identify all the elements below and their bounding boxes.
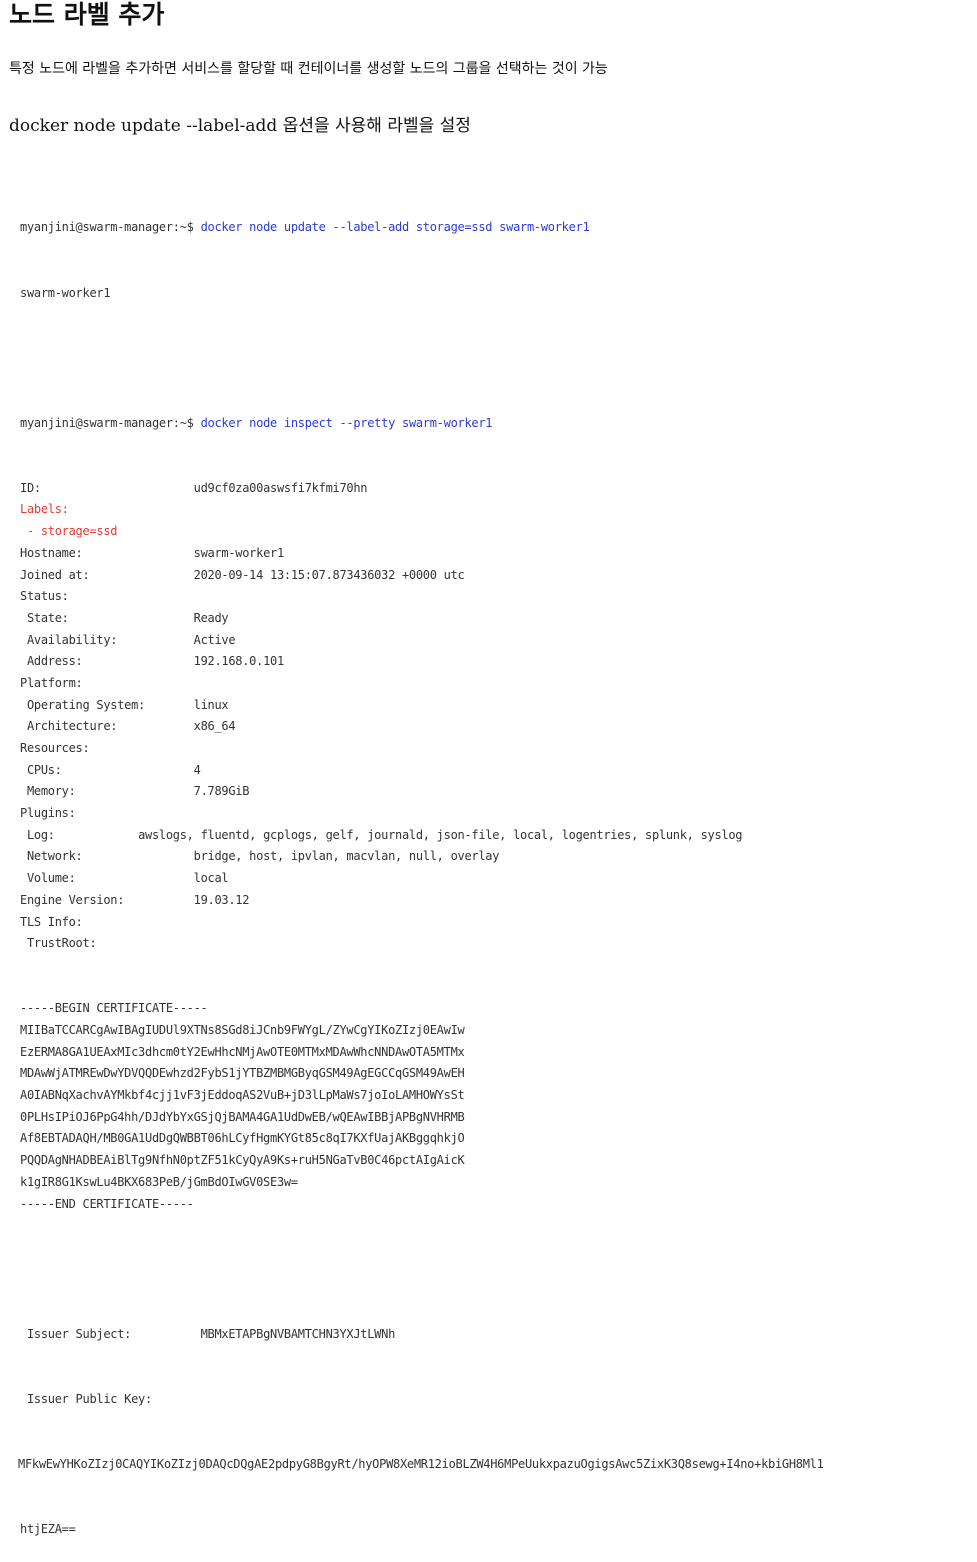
- command-line: myanjini@swarm-manager:~$ docker node in…: [20, 413, 970, 435]
- inspect-output: ID: ud9cf0za00aswsfi7kfmi70hn Labels: - s…: [20, 478, 970, 955]
- output-line: - storage=ssd: [20, 521, 970, 543]
- certificate-line: -----BEGIN CERTIFICATE-----: [20, 1001, 208, 1016]
- issuer-key-value: MFkwEwYHKoZIzj0CAQYIKoZIzj0DAQcDQgAE2pdp…: [18, 1456, 824, 1471]
- output-label: Plugins:: [20, 806, 76, 821]
- output-line: Operating System: linux: [20, 695, 970, 717]
- output-value: 2020-09-14 13:15:07.873436032 +0000 utc: [193, 567, 465, 582]
- output-label: Availability:: [20, 632, 194, 647]
- output-line: ID: ud9cf0za00aswsfi7kfmi70hn: [20, 478, 970, 500]
- intro-paragraph: 특정 노드에 라벨을 추가하면 서비스를 할당할 때 컨테이너를 생성할 노드의…: [9, 61, 608, 77]
- output-line: Plugins:: [20, 803, 970, 825]
- output-line: Resources:: [20, 738, 970, 760]
- certificate-line: k1gIR8G1KswLu4BKX683PeB/jGmBdOIwGV0SE3w=: [20, 1174, 298, 1189]
- output-label: Labels:: [20, 502, 69, 517]
- output-value: local: [193, 871, 229, 886]
- command-line: myanjini@swarm-manager:~$ docker node up…: [20, 217, 970, 239]
- output-value: swarm-worker1: [193, 545, 285, 560]
- output-line: Status:: [20, 586, 970, 608]
- output-line: Architecture: x86_64: [20, 716, 970, 738]
- output-label: Resources:: [20, 741, 90, 756]
- command-text: docker node inspect --pretty swarm-worke…: [200, 415, 493, 430]
- output-value: Active: [193, 632, 236, 647]
- command-text: docker node update --label-add storage=s…: [200, 220, 590, 235]
- instruction-paragraph: docker node update --label-add 옵션을 사용해 라…: [9, 116, 471, 136]
- output-label: Engine Version:: [20, 892, 194, 907]
- certificate-line: Af8EBTADAQH/MB0GA1UdDgQWBBT06hLCyfHgmKYG…: [20, 1131, 465, 1146]
- output-line: Memory: 7.789GiB: [20, 781, 970, 803]
- output-value: bridge, host, ipvlan, macvlan, null, ove…: [193, 849, 500, 864]
- page-title: 노드 라벨 추가: [9, 0, 165, 29]
- issuer-key-value: htjEZA==: [20, 1521, 76, 1536]
- output-label: Hostname:: [20, 545, 194, 560]
- certificate-line: MIIBaTCCARCgAwIBAgIUDUl9XTNs8SGd8iJCnb9F…: [20, 1023, 465, 1037]
- output-line: Platform:: [20, 673, 970, 695]
- output-line: Hostname: swarm-worker1: [20, 543, 970, 565]
- certificate-line: 0PLHsIPiOJ6PpG4hh/DJdYbYxGSjQjBAMA4GA1Ud…: [20, 1109, 465, 1124]
- output-label: Volume:: [20, 871, 194, 886]
- output-label: Address:: [20, 654, 194, 669]
- output-line: TrustRoot:: [20, 933, 970, 955]
- output-value: MBMxETAPBgNVBAMTCHN3YXJtLWNh: [200, 1326, 396, 1341]
- output-label: - storage=ssd: [20, 524, 118, 539]
- certificate-line: A0IABNqXachvAYMkbf4cjj1vF3jEddoqAS2VuB+j…: [20, 1088, 465, 1103]
- output-line: Volume: local: [20, 868, 970, 890]
- output-value: x86_64: [193, 719, 236, 734]
- output-value: linux: [193, 697, 229, 712]
- certificate-line: PQQDAgNHADBEAiBlTg9NfhN0ptZF51kCyQyA9Ks+…: [20, 1153, 465, 1168]
- output-line: Log: awslogs, fluentd, gcplogs, gelf, jo…: [20, 825, 970, 847]
- output-label: Issuer Subject:: [20, 1326, 201, 1341]
- output-line: Joined at: 2020-09-14 13:15:07.873436032…: [20, 565, 970, 587]
- prompt: myanjini@swarm-manager:~$: [20, 220, 201, 235]
- output-label: ID:: [20, 480, 194, 495]
- output-label: Platform:: [20, 675, 83, 690]
- output-label: Joined at:: [20, 567, 194, 582]
- certificate-line: MDAwWjATMREwDwYDVQQDEwhzd2FybS1jYTBZMBMG…: [20, 1066, 465, 1081]
- output-value: 192.168.0.101: [193, 654, 285, 669]
- output-line: Availability: Active: [20, 630, 970, 652]
- output-value: 19.03.12: [193, 892, 250, 907]
- output-label: Network:: [20, 849, 194, 864]
- output-value: Ready: [193, 610, 229, 625]
- output-label: TrustRoot:: [20, 936, 97, 951]
- command-output: swarm-worker1: [20, 285, 111, 300]
- output-value: ud9cf0za00aswsfi7kfmi70hn: [193, 480, 368, 495]
- output-label: Architecture:: [20, 719, 194, 734]
- output-label: State:: [20, 610, 194, 625]
- output-label: CPUs:: [20, 762, 194, 777]
- terminal-output: myanjini@swarm-manager:~$ docker node up…: [18, 174, 970, 1562]
- output-value: 7.789GiB: [193, 784, 250, 799]
- output-label: Operating System:: [20, 697, 194, 712]
- output-line: State: Ready: [20, 608, 970, 630]
- certificate-line: EzERMA8GA1UEAxMIc3dhcm0tY2EwHhcNMjAwOTE0…: [20, 1044, 465, 1059]
- output-label: Status:: [20, 589, 69, 604]
- prompt: myanjini@swarm-manager:~$: [20, 415, 201, 430]
- certificate-block: -----BEGIN CERTIFICATE----- MIIBaTCCARCgA…: [20, 998, 970, 1215]
- output-label: TLS Info:: [20, 914, 83, 929]
- output-line: Labels:: [20, 499, 970, 521]
- output-label: Log:: [20, 827, 139, 842]
- output-line: TLS Info:: [20, 912, 970, 934]
- output-label: Memory:: [20, 784, 194, 799]
- issuer-key-label: Issuer Public Key:: [20, 1391, 152, 1406]
- certificate-line: -----END CERTIFICATE-----: [20, 1196, 194, 1211]
- output-value: 4: [193, 762, 201, 777]
- output-value: awslogs, fluentd, gcplogs, gelf, journal…: [138, 827, 743, 842]
- issuer-subject-line: Issuer Subject: MBMxETAPBgNVBAMTCHN3YXJt…: [20, 1324, 970, 1346]
- output-line: Engine Version: 19.03.12: [20, 890, 970, 912]
- output-line: Address: 192.168.0.101: [20, 651, 970, 673]
- output-line: CPUs: 4: [20, 760, 970, 782]
- output-line: Network: bridge, host, ipvlan, macvlan, …: [20, 846, 970, 868]
